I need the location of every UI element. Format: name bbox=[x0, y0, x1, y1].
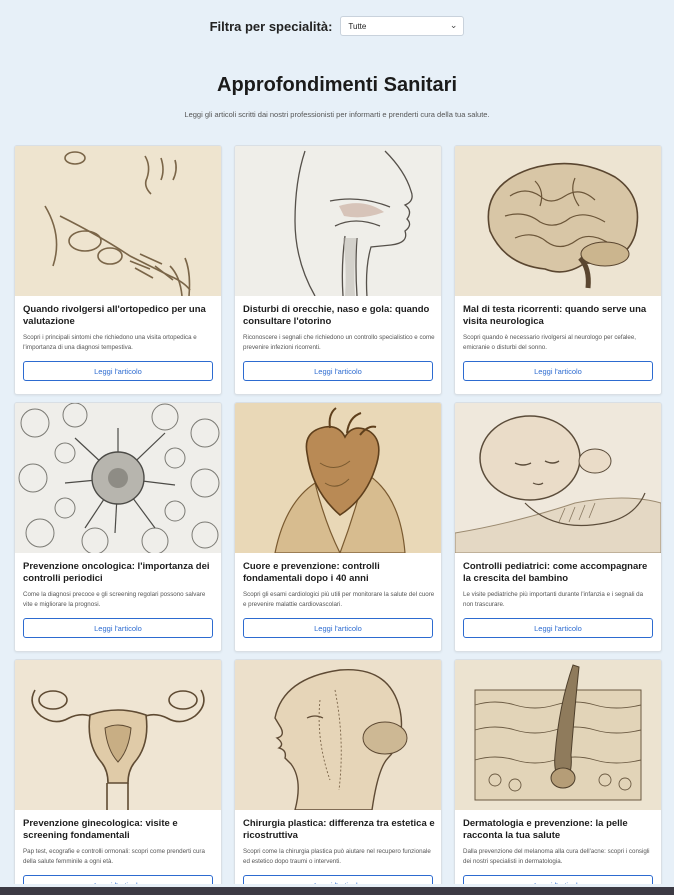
head-throat-anatomy-illustration bbox=[235, 146, 441, 296]
article-card: Chirurgia plastica: differenza tra estet… bbox=[234, 659, 442, 895]
article-title: Cuore e prevenzione: controlli fondament… bbox=[243, 561, 380, 584]
article-card: Prevenzione ginecologica: visite e scree… bbox=[14, 659, 222, 895]
skin-layers-illustration bbox=[455, 660, 661, 810]
filter-label: Filtra per specialità: bbox=[209, 18, 333, 34]
read-article-button[interactable]: Leggi l'articolo bbox=[243, 618, 433, 638]
article-description: Scopri come la chirurgia plastica può ai… bbox=[243, 848, 431, 865]
article-title: Chirurgia plastica: differenza tra estet… bbox=[243, 818, 435, 841]
read-article-button[interactable]: Leggi l'articolo bbox=[23, 361, 213, 381]
read-article-button[interactable]: Leggi l'articolo bbox=[463, 361, 653, 381]
article-title: Prevenzione oncologica: l'importanza dei… bbox=[23, 561, 210, 584]
article-title: Mal di testa ricorrenti: quando serve un… bbox=[463, 304, 647, 327]
article-description: Riconoscere i segnali che richiedono un … bbox=[243, 334, 435, 351]
specialty-select[interactable]: Tutte ⌄ bbox=[340, 16, 465, 36]
sleeping-baby-illustration bbox=[455, 403, 661, 553]
specialty-select-value: Tutte bbox=[348, 21, 367, 31]
article-description: Scopri quando è necessario rivolgersi al… bbox=[463, 334, 637, 351]
specialty-filter: Filtra per specialità: Tutte ⌄ bbox=[0, 16, 674, 36]
article-card: Controlli pediatrici: come accompagnare … bbox=[454, 402, 662, 652]
read-article-button[interactable]: Leggi l'articolo bbox=[463, 618, 653, 638]
face-profile-illustration bbox=[235, 660, 441, 810]
cell-illustration bbox=[15, 403, 221, 553]
article-title: Dermatologia e prevenzione: la pelle rac… bbox=[463, 818, 628, 841]
article-title: Quando rivolgersi all'ortopedico per una… bbox=[23, 304, 206, 327]
page-title: Approfondimenti Sanitari bbox=[217, 74, 457, 96]
article-description: Scopri gli esami cardiologici più utili … bbox=[243, 591, 435, 608]
read-article-button[interactable]: Leggi l'articolo bbox=[243, 361, 433, 381]
article-card: Quando rivolgersi all'ortopedico per una… bbox=[14, 145, 222, 395]
chevron-down-icon: ⌄ bbox=[449, 19, 458, 30]
heart-in-hands-illustration bbox=[235, 403, 441, 553]
article-card: Prevenzione oncologica: l'importanza dei… bbox=[14, 402, 222, 652]
article-title: Prevenzione ginecologica: visite e scree… bbox=[23, 818, 178, 841]
uterus-illustration bbox=[15, 660, 221, 810]
article-description: Dalla prevenzione del melanoma alla cura… bbox=[463, 848, 650, 865]
article-description: Scopri i principali sintomi che richiedo… bbox=[23, 334, 197, 351]
brain-illustration bbox=[455, 146, 661, 296]
article-description: Come la diagnosi precoce e gli screening… bbox=[23, 591, 206, 608]
article-card: Mal di testa ricorrenti: quando serve un… bbox=[454, 145, 662, 395]
article-card: Cuore e prevenzione: controlli fondament… bbox=[234, 402, 442, 652]
article-description: Pap test, ecografie e controlli ormonali… bbox=[23, 848, 205, 865]
article-title: Controlli pediatrici: come accompagnare … bbox=[463, 561, 648, 584]
article-description: Le visite pediatriche più importanti dur… bbox=[463, 591, 644, 608]
foot-skeleton-illustration bbox=[15, 146, 221, 296]
bottom-edge bbox=[0, 884, 674, 895]
articles-grid: Quando rivolgersi all'ortopedico per una… bbox=[14, 145, 662, 895]
article-card: Dermatologia e prevenzione: la pelle rac… bbox=[454, 659, 662, 895]
page-subtitle: Leggi gli articoli scritti dai nostri pr… bbox=[184, 110, 490, 119]
article-card: Disturbi di orecchie, naso e gola: quand… bbox=[234, 145, 442, 395]
article-title: Disturbi di orecchie, naso e gola: quand… bbox=[243, 304, 430, 327]
read-article-button[interactable]: Leggi l'articolo bbox=[23, 618, 213, 638]
